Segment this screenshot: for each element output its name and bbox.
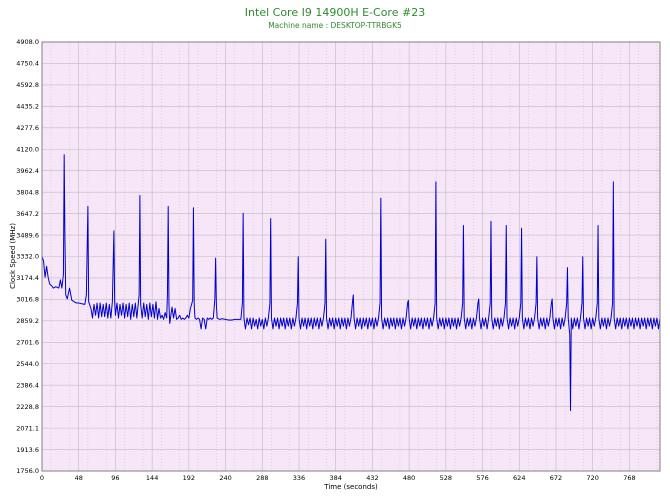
y-tick-label: 4592.8 — [16, 81, 39, 89]
x-tick-label: 768 — [623, 474, 635, 482]
y-axis-ticks: 1756.0 1913.6 2071.1 2228.8 2386.4 2544.0 2701… — [16, 38, 39, 475]
x-tick-label: 480 — [403, 474, 415, 482]
y-tick-label: 2386.4 — [16, 381, 39, 389]
x-tick-label: 192 — [183, 474, 195, 482]
y-tick-label: 2071.1 — [16, 424, 39, 432]
y-tick-label: 3016.8 — [16, 296, 39, 304]
y-tick-label: 3804.8 — [16, 188, 39, 196]
y-axis-label: Clock Speed (MHz) — [9, 223, 17, 289]
y-tick-label: 2859.2 — [16, 317, 39, 325]
y-tick-label: 3489.6 — [16, 231, 39, 239]
y-tick-label: 2544.0 — [16, 360, 39, 368]
x-tick-label: 144 — [146, 474, 158, 482]
chart-subtitle: Machine name : DESKTOP-TTRBGK5 — [268, 21, 402, 30]
grid — [41, 41, 660, 472]
x-tick-label: 96 — [111, 474, 119, 482]
x-tick-label: 48 — [75, 474, 83, 482]
x-tick-label: 384 — [329, 474, 341, 482]
x-tick-label: 432 — [366, 474, 378, 482]
x-tick-label: 528 — [440, 474, 452, 482]
y-tick-label: 4277.6 — [16, 124, 39, 132]
y-tick-label: 3332.0 — [16, 253, 39, 261]
y-tick-label: 1913.6 — [16, 446, 39, 454]
x-tick-label: 624 — [513, 474, 525, 482]
y-tick-label: 4435.2 — [16, 103, 39, 111]
y-tick-label: 3647.2 — [16, 210, 39, 218]
y-tick-label: 3962.4 — [16, 167, 39, 175]
y-tick-label: 4750.4 — [16, 60, 39, 68]
x-axis-ticks: 0 48 96 144 192 240 288 336 384 432 480 528 576 624 67… — [40, 474, 636, 482]
y-tick-label: 4120.0 — [16, 145, 39, 153]
y-tick-label: 2228.8 — [16, 403, 39, 411]
x-tick-label: 672 — [550, 474, 562, 482]
x-tick-label: 720 — [586, 474, 598, 482]
y-tick-label: 2701.6 — [16, 339, 39, 347]
x-tick-label: 336 — [293, 474, 305, 482]
y-tick-label: 1756.0 — [16, 467, 39, 475]
clock-speed-chart: Intel Core I9 14900H E-Core #23 Machine … — [9, 6, 661, 491]
x-tick-label: 288 — [256, 474, 268, 482]
y-tick-label: 3174.4 — [16, 274, 39, 282]
x-tick-label: 240 — [219, 474, 231, 482]
x-axis-label: Time (seconds) — [323, 483, 378, 491]
y-tick-label: 4908.0 — [16, 38, 39, 46]
x-tick-label: 0 — [40, 474, 44, 482]
chart-title: Intel Core I9 14900H E-Core #23 — [245, 6, 425, 19]
x-tick-label: 576 — [476, 474, 488, 482]
